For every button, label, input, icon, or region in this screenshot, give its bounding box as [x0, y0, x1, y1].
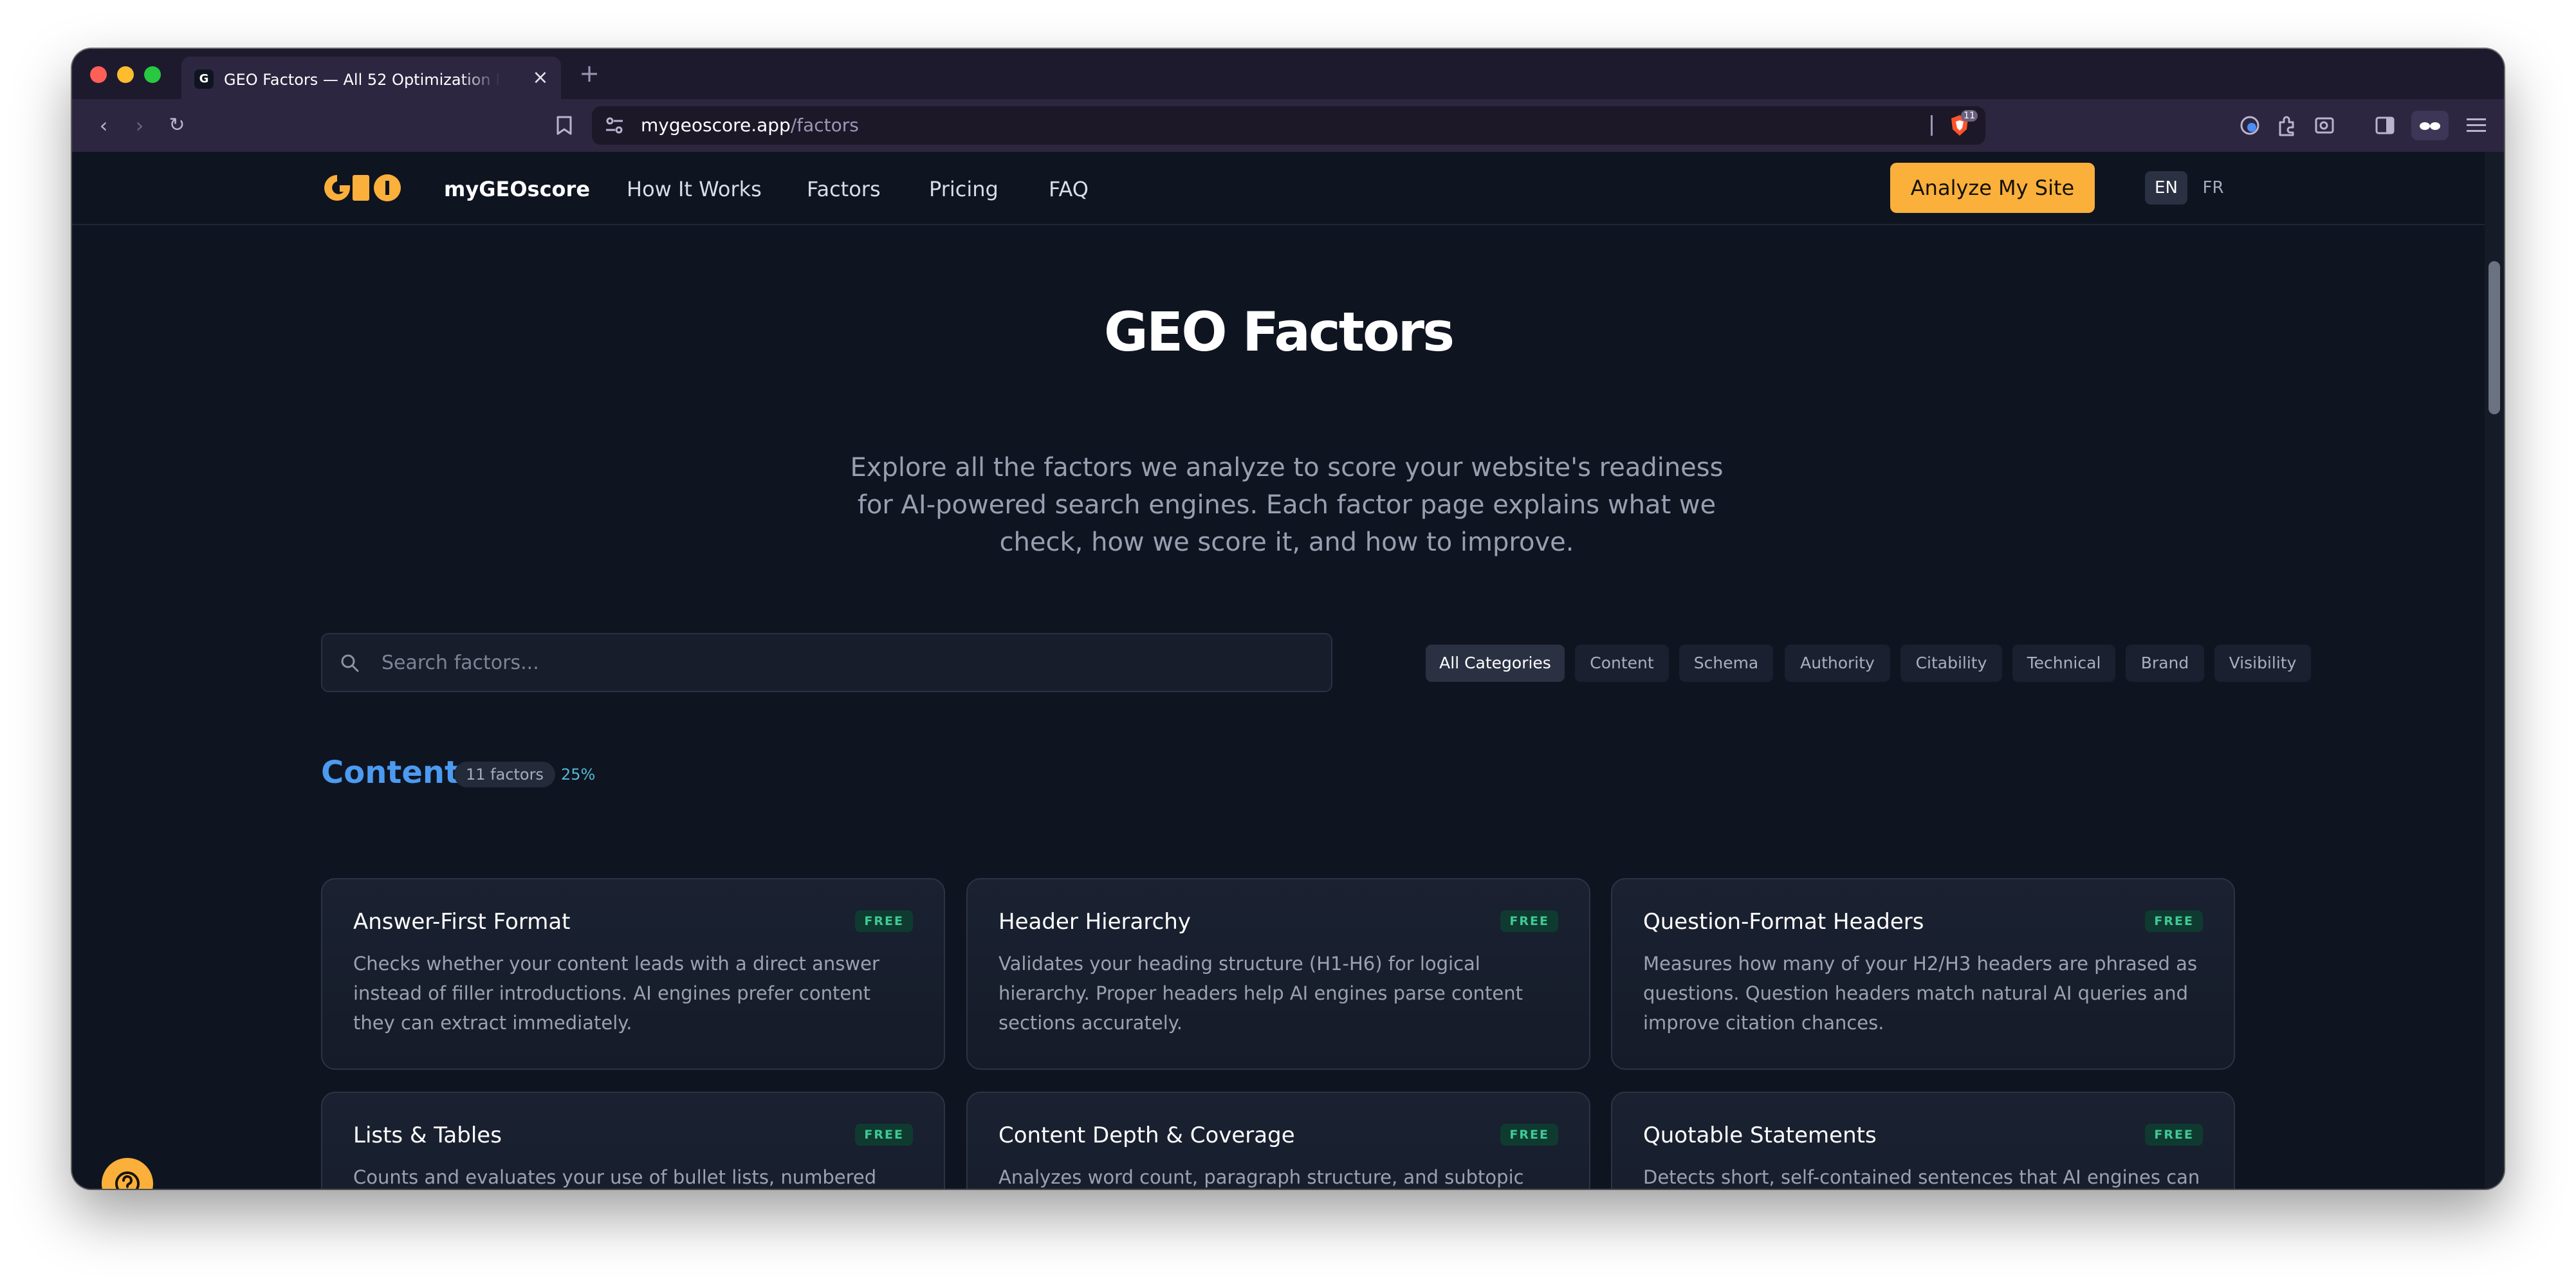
filter-chip-brand[interactable]: Brand [2126, 645, 2204, 682]
nav-link-factors[interactable]: Factors [807, 176, 881, 202]
help-button[interactable] [102, 1158, 153, 1189]
wallet-icon[interactable] [2235, 111, 2265, 140]
scrollbar[interactable] [2485, 152, 2504, 1189]
card-description: Validates your heading structure (H1-H6)… [998, 953, 1523, 1034]
section-title: Content [321, 755, 459, 791]
filter-chip-content[interactable]: Content [1575, 645, 1669, 682]
tab-title: GEO Factors — All 52 Optimization Factor… [224, 71, 501, 89]
free-badge: FREE [855, 910, 913, 932]
filter-chip-citability[interactable]: Citability [1900, 645, 2002, 682]
free-badge: FREE [1500, 910, 1558, 932]
browser-window: G GEO Factors — All 52 Optimization Fact… [72, 49, 2504, 1189]
card-title: Header Hierarchy [998, 909, 1191, 935]
card-description: Detects short, self-contained sentences … [1643, 1166, 2200, 1188]
factor-card[interactable]: Quotable Statements FREE Detects short, … [1611, 1092, 2235, 1189]
card-description: Measures how many of your H2/H3 headers … [1643, 953, 2198, 1034]
shield-count-badge: 11 [1961, 110, 1978, 122]
url-path: /factors [790, 115, 859, 136]
factor-count-badge: 11 factors [454, 762, 555, 787]
minimize-window-button[interactable] [117, 66, 134, 83]
factor-card[interactable]: Answer-First Format FREE Checks whether … [321, 878, 945, 1070]
free-badge: FREE [1500, 1124, 1558, 1146]
card-title: Answer-First Format [353, 909, 571, 935]
search-box[interactable] [321, 633, 1332, 692]
filter-chip-all-categories[interactable]: All Categories [1426, 645, 1565, 682]
new-tab-icon[interactable]: + [574, 59, 605, 90]
card-title: Question-Format Headers [1643, 909, 1924, 935]
filter-chip-authority[interactable]: Authority [1785, 645, 1890, 682]
card-description: Counts and evaluates your use of bullet … [353, 1166, 877, 1188]
page-title: GEO Factors [1103, 300, 1455, 363]
leo-ai-icon[interactable] [2310, 111, 2339, 140]
brand-name[interactable]: myGEOscore [444, 176, 590, 202]
card-description: Analyzes word count, paragraph structure… [998, 1166, 1524, 1188]
back-icon[interactable]: ‹ [89, 111, 118, 140]
site-header: myGEOscore How It Works Factors Pricing … [72, 152, 2485, 225]
url-host: mygeoscore.app [641, 115, 791, 136]
language-en-button[interactable]: EN [2145, 171, 2187, 205]
analyze-my-site-button[interactable]: Analyze My Site [1890, 163, 2095, 213]
language-fr-button[interactable]: FR [2194, 171, 2232, 205]
free-badge: FREE [855, 1124, 913, 1146]
page-viewport: myGEOscore How It Works Factors Pricing … [72, 152, 2485, 1189]
url-text[interactable]: mygeoscore.app/factors [641, 115, 859, 136]
extensions-icon[interactable] [2272, 111, 2302, 140]
site-settings-icon[interactable] [603, 115, 625, 136]
reload-icon[interactable]: ↻ [162, 111, 192, 140]
browser-toolbar: ‹ › ↻ mygeoscore.app/factors 11 [72, 99, 2504, 153]
help-icon [115, 1171, 140, 1189]
address-bar[interactable]: mygeoscore.app/factors 11 [592, 106, 1985, 145]
search-icon [341, 654, 359, 672]
factor-card[interactable]: Header Hierarchy FREE Validates your hea… [966, 878, 1590, 1070]
nav-link-pricing[interactable]: Pricing [929, 176, 998, 202]
sidebar-toggle-icon[interactable] [2370, 111, 2400, 140]
card-description: Checks whether your content leads with a… [353, 953, 879, 1034]
filter-chip-visibility[interactable]: Visibility [2214, 645, 2311, 682]
tab-strip: G GEO Factors — All 52 Optimization Fact… [72, 49, 2504, 99]
free-badge: FREE [2145, 1124, 2203, 1146]
close-tab-icon[interactable]: × [530, 66, 551, 90]
geo-logo-icon[interactable] [322, 172, 403, 203]
factor-card[interactable]: Content Depth & Coverage FREE Analyzes w… [966, 1092, 1590, 1189]
private-profile-icon[interactable] [2411, 111, 2449, 140]
card-title: Lists & Tables [353, 1123, 502, 1148]
card-title: Content Depth & Coverage [998, 1123, 1295, 1148]
browser-tab[interactable]: G GEO Factors — All 52 Optimization Fact… [181, 57, 561, 99]
bookmark-icon[interactable] [549, 111, 579, 140]
url-divider [1931, 115, 1933, 136]
factor-card[interactable]: Question-Format Headers FREE Measures ho… [1611, 878, 2235, 1070]
site-favicon-icon: G [194, 69, 214, 89]
scrollbar-thumb[interactable] [2489, 261, 2500, 414]
page-subtitle: Explore all the factors we analyze to sc… [850, 453, 1724, 557]
close-window-button[interactable] [90, 66, 107, 83]
free-badge: FREE [2145, 910, 2203, 932]
zoom-window-button[interactable] [144, 66, 161, 83]
forward-icon[interactable]: › [125, 111, 154, 140]
nav-link-faq[interactable]: FAQ [1049, 176, 1089, 202]
filter-chip-technical[interactable]: Technical [2012, 645, 2115, 682]
nav-link-how-it-works[interactable]: How It Works [627, 176, 762, 202]
filter-chip-schema[interactable]: Schema [1679, 645, 1773, 682]
search-input[interactable] [380, 634, 1309, 692]
card-title: Quotable Statements [1643, 1123, 1877, 1148]
factor-card[interactable]: Lists & Tables FREE Counts and evaluates… [321, 1092, 945, 1189]
menu-icon[interactable] [2461, 111, 2491, 140]
section-weight: 25% [561, 766, 596, 784]
